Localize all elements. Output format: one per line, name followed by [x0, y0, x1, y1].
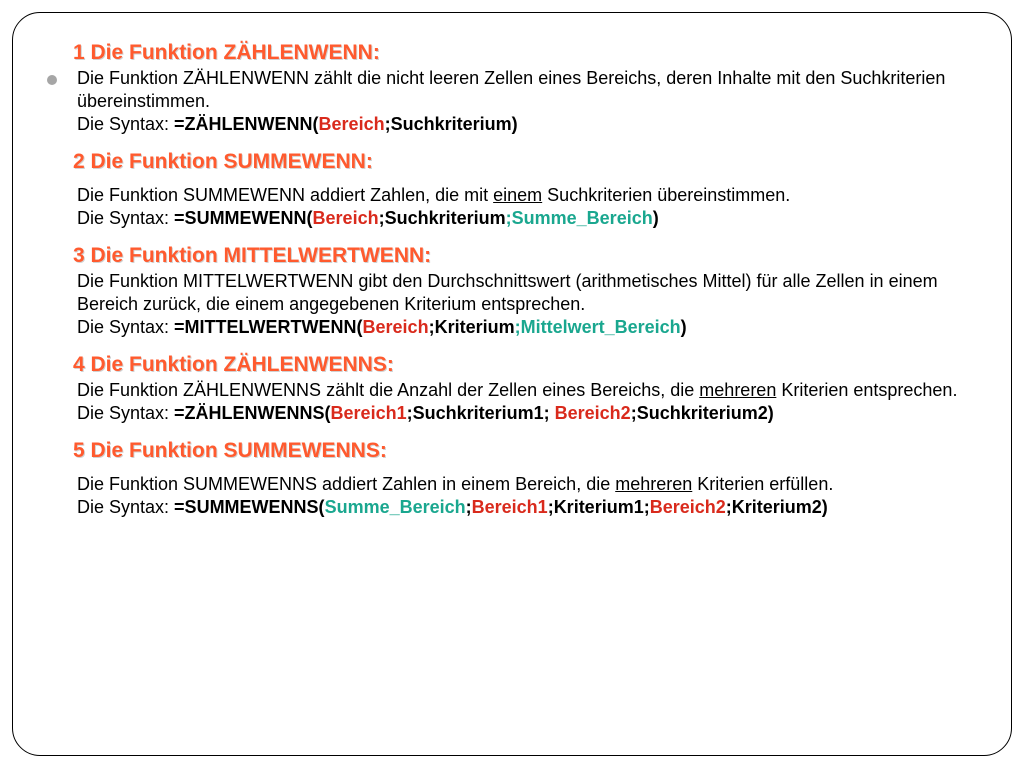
param-bereich-1: Bereich	[319, 114, 385, 134]
tail-3: )	[681, 317, 687, 337]
syntax-lead-5: =SUMMEWENNS(	[174, 497, 325, 517]
param-bereich2-4: Bereich2	[555, 403, 631, 423]
body-3: Die Funktion MITTELWERTWENN gibt den Dur…	[73, 270, 971, 339]
tail-2: )	[653, 208, 659, 228]
heading-1: 1 Die Funktion ZÄHLENWENN:	[73, 41, 971, 65]
heading-4: 4 Die Funktion ZÄHLENWENNS:	[73, 353, 971, 377]
section-5: 5 Die Funktion SUMMEWENNS: Die Funktion …	[73, 439, 971, 519]
param-bereich2-5: Bereich2	[650, 497, 726, 517]
body-5: Die Funktion SUMMEWENNS addiert Zahlen i…	[73, 473, 971, 519]
syntax-label-1: Die Syntax:	[77, 114, 174, 134]
body-4: Die Funktion ZÄHLENWENNS zählt die Anzah…	[73, 379, 971, 425]
desc-4u: mehreren	[699, 380, 776, 400]
heading-5: 5 Die Funktion SUMMEWENNS:	[73, 439, 971, 463]
desc-1: Die Funktion ZÄHLENWENN zählt die nicht …	[77, 68, 945, 111]
syntax-label-5: Die Syntax:	[77, 497, 174, 517]
section-3: 3 Die Funktion MITTELWERTWENN: Die Funkt…	[73, 244, 971, 339]
syntax-lead-1: =ZÄHLENWENN(	[174, 114, 319, 134]
desc-2a: Die Funktion SUMMEWENN addiert Zahlen, d…	[77, 185, 493, 205]
param-bereich1-4: Bereich1	[331, 403, 407, 423]
param-bereich-3: Bereich	[363, 317, 429, 337]
heading-2: 2 Die Funktion SUMMEWENN:	[73, 150, 971, 174]
param-kriterium-3: Kriterium	[435, 317, 515, 337]
heading-3: 3 Die Funktion MITTELWERTWENN:	[73, 244, 971, 268]
desc-5b: Kriterien erfüllen.	[692, 474, 833, 494]
syntax-lead-3: =MITTELWERTWENN(	[174, 317, 362, 337]
syntax-lead-4: =ZÄHLENWENNS(	[174, 403, 331, 423]
param-bereich-2: Bereich	[313, 208, 379, 228]
syntax-label-2: Die Syntax:	[77, 208, 174, 228]
desc-2u: einem	[493, 185, 542, 205]
param-summe-2: Summe_Bereich	[512, 208, 653, 228]
desc-3: Die Funktion MITTELWERTWENN gibt den Dur…	[77, 271, 938, 314]
param-kriterium1-4: Suchkriterium1;	[413, 403, 555, 423]
param-kriterium1-5: Kriterium1	[554, 497, 644, 517]
param-summe-5: Summe_Bereich	[325, 497, 466, 517]
param-kriterium-1: Suchkriterium)	[391, 114, 518, 134]
section-4: 4 Die Funktion ZÄHLENWENNS: Die Funktion…	[73, 353, 971, 425]
param-kriterium2-5: Kriterium2)	[732, 497, 828, 517]
param-bereich1-5: Bereich1	[472, 497, 548, 517]
body-1: Die Funktion ZÄHLENWENN zählt die nicht …	[73, 67, 971, 136]
syntax-lead-2: =SUMMEWENN(	[174, 208, 313, 228]
syntax-label-3: Die Syntax:	[77, 317, 174, 337]
syntax-label-4: Die Syntax:	[77, 403, 174, 423]
section-1: 1 Die Funktion ZÄHLENWENN: Die Funktion …	[73, 41, 971, 136]
desc-4a: Die Funktion ZÄHLENWENNS zählt die Anzah…	[77, 380, 699, 400]
desc-5a: Die Funktion SUMMEWENNS addiert Zahlen i…	[77, 474, 615, 494]
desc-5u: mehreren	[615, 474, 692, 494]
slide-frame: 1 Die Funktion ZÄHLENWENN: Die Funktion …	[12, 12, 1012, 756]
desc-4b: Kriterien entsprechen.	[776, 380, 957, 400]
param-kriterium2-4: Suchkriterium2)	[637, 403, 774, 423]
param-mittelwert-3: Mittelwert_Bereich	[521, 317, 681, 337]
section-2: 2 Die Funktion SUMMEWENN: Die Funktion S…	[73, 150, 971, 230]
param-kriterium-2: Suchkriterium	[385, 208, 506, 228]
bullet-icon	[47, 75, 57, 85]
body-2: Die Funktion SUMMEWENN addiert Zahlen, d…	[73, 184, 971, 230]
desc-2b: Suchkriterien übereinstimmen.	[542, 185, 790, 205]
